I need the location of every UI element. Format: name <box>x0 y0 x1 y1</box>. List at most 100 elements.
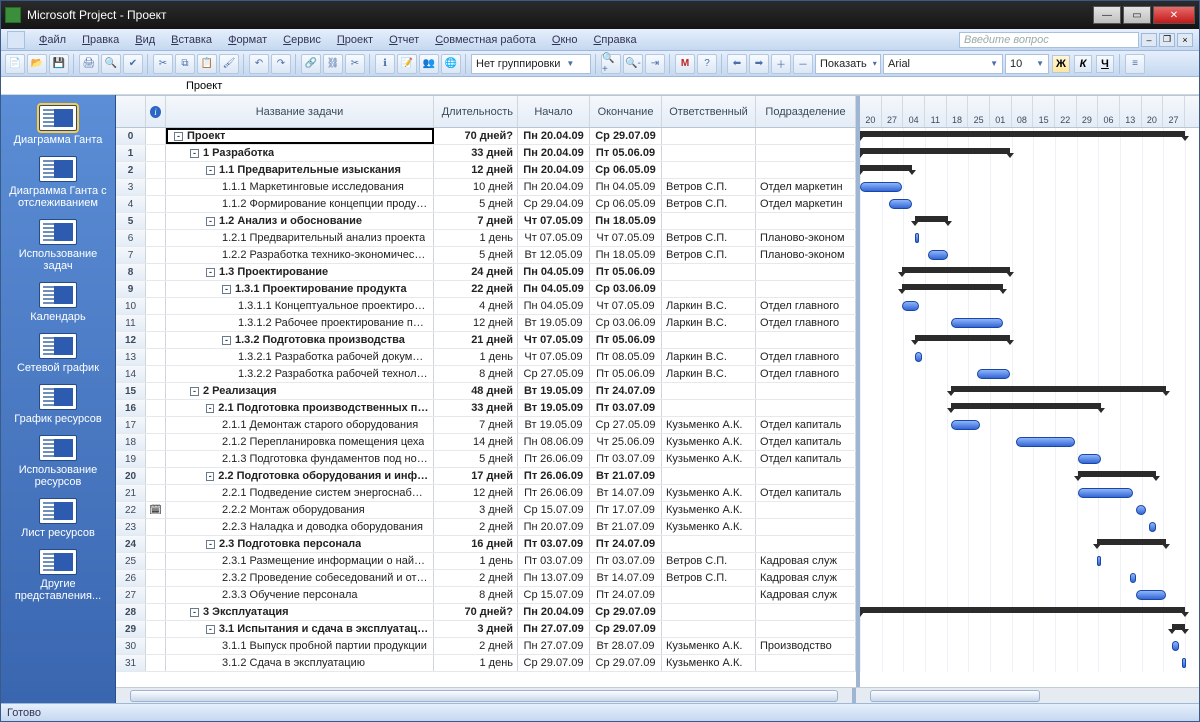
duration-cell[interactable]: 1 день <box>434 655 518 671</box>
start-cell[interactable]: Пн 20.04.09 <box>518 604 590 620</box>
end-cell[interactable]: Пт 03.07.09 <box>590 400 662 416</box>
responsible-cell[interactable] <box>662 383 756 399</box>
duration-cell[interactable]: 2 дней <box>434 570 518 586</box>
row-id[interactable]: 11 <box>116 315 146 331</box>
new-icon[interactable]: 📄 <box>5 54 25 74</box>
row-indicator[interactable] <box>146 655 166 671</box>
row-indicator[interactable] <box>146 621 166 637</box>
responsible-cell[interactable]: Ветров С.П. <box>662 230 756 246</box>
office-button[interactable] <box>7 31 25 49</box>
summary-bar[interactable] <box>915 216 948 222</box>
row-id[interactable]: 5 <box>116 213 146 229</box>
task-name-cell[interactable]: -1.2 Анализ и обоснование <box>166 213 434 229</box>
start-cell[interactable]: Ср 27.05.09 <box>518 366 590 382</box>
help-icon[interactable]: ? <box>697 54 717 74</box>
duration-cell[interactable]: 1 день <box>434 230 518 246</box>
view-calendar[interactable]: Календарь <box>5 282 111 323</box>
underline-button[interactable]: Ч <box>1096 55 1114 73</box>
table-row[interactable]: 262.3.2 Проведение собеседований и отбор… <box>116 570 856 587</box>
row-indicator[interactable] <box>146 349 166 365</box>
department-cell[interactable] <box>756 468 856 484</box>
task-name-cell[interactable]: -1.1 Предварительные изыскания <box>166 162 434 178</box>
row-id[interactable]: 0 <box>116 128 146 144</box>
start-cell[interactable]: Пн 20.07.09 <box>518 519 590 535</box>
department-cell[interactable] <box>756 655 856 671</box>
timescale-tick[interactable]: 01 <box>990 96 1012 127</box>
task-bar[interactable] <box>1136 505 1146 515</box>
responsible-cell[interactable] <box>662 536 756 552</box>
collapse-toggle[interactable]: - <box>190 608 199 617</box>
duration-cell[interactable]: 22 дней <box>434 281 518 297</box>
department-cell[interactable] <box>756 383 856 399</box>
row-indicator[interactable] <box>146 196 166 212</box>
end-cell[interactable]: Чт 07.05.09 <box>590 298 662 314</box>
link-task-icon[interactable]: 🔗 <box>301 54 321 74</box>
row-indicator[interactable] <box>146 315 166 331</box>
header-department[interactable]: Подразделение <box>756 96 856 127</box>
end-cell[interactable]: Вт 14.07.09 <box>590 485 662 501</box>
summary-bar[interactable] <box>915 335 1009 341</box>
zoom-out-icon[interactable]: 🔍- <box>623 54 643 74</box>
table-row[interactable]: 131.3.2.1 Разработка рабочей документаци… <box>116 349 856 366</box>
task-name-cell[interactable]: 2.2.1 Подведение систем энергоснабжения <box>166 485 434 501</box>
fontsize-combo[interactable]: 10▼ <box>1005 54 1049 74</box>
department-cell[interactable] <box>756 621 856 637</box>
task-name-cell[interactable]: -3.1 Испытания и сдача в эксплуатацию <box>166 621 434 637</box>
row-id[interactable]: 6 <box>116 230 146 246</box>
end-cell[interactable]: Чт 07.05.09 <box>590 230 662 246</box>
help-search-input[interactable]: Введите вопрос <box>959 32 1139 48</box>
start-cell[interactable]: Вт 12.05.09 <box>518 247 590 263</box>
row-id[interactable]: 7 <box>116 247 146 263</box>
gantt-body[interactable] <box>860 128 1199 672</box>
publish-icon[interactable]: 🌐 <box>441 54 461 74</box>
department-cell[interactable]: Планово-эконом <box>756 247 856 263</box>
header-start[interactable]: Начало <box>518 96 590 127</box>
task-bar[interactable] <box>951 318 1003 328</box>
responsible-cell[interactable]: Ветров С.П. <box>662 179 756 195</box>
gantt-hscroll[interactable] <box>856 688 1199 703</box>
row-indicator[interactable] <box>146 400 166 416</box>
row-id[interactable]: 29 <box>116 621 146 637</box>
end-cell[interactable]: Ср 03.06.09 <box>590 281 662 297</box>
responsible-cell[interactable] <box>662 332 756 348</box>
task-bar[interactable] <box>1078 488 1133 498</box>
row-id[interactable]: 2 <box>116 162 146 178</box>
gantt-chart[interactable]: 202704111825010815222906132027 <box>860 96 1199 687</box>
end-cell[interactable]: Ср 03.06.09 <box>590 315 662 331</box>
responsible-cell[interactable] <box>662 587 756 603</box>
duration-cell[interactable]: 2 дней <box>434 638 518 654</box>
menu-вставка[interactable]: Вставка <box>163 32 220 48</box>
department-cell[interactable]: Отдел капиталь <box>756 485 856 501</box>
indent-icon[interactable]: ➡ <box>749 54 769 74</box>
header-row-id[interactable] <box>116 96 146 127</box>
department-cell[interactable] <box>756 400 856 416</box>
end-cell[interactable]: Пт 03.07.09 <box>590 451 662 467</box>
row-id[interactable]: 19 <box>116 451 146 467</box>
row-id[interactable]: 1 <box>116 145 146 161</box>
timescale-tick[interactable]: 18 <box>947 96 969 127</box>
end-cell[interactable]: Пт 05.06.09 <box>590 332 662 348</box>
row-id[interactable]: 26 <box>116 570 146 586</box>
start-cell[interactable]: Пн 08.06.09 <box>518 434 590 450</box>
end-cell[interactable]: Пт 24.07.09 <box>590 536 662 552</box>
task-name-cell[interactable]: -2.1 Подготовка производственных площад <box>166 400 434 416</box>
end-cell[interactable]: Пн 18.05.09 <box>590 213 662 229</box>
row-id[interactable]: 8 <box>116 264 146 280</box>
format-painter-icon[interactable]: 🖌 <box>219 54 239 74</box>
task-bar[interactable] <box>1130 573 1137 583</box>
row-id[interactable]: 16 <box>116 400 146 416</box>
duration-cell[interactable]: 3 дней <box>434 621 518 637</box>
table-row[interactable]: 272.3.3 Обучение персонала8 днейСр 15.07… <box>116 587 856 604</box>
task-name-cell[interactable]: -2.3 Подготовка персонала <box>166 536 434 552</box>
task-bar[interactable] <box>1097 556 1101 566</box>
start-cell[interactable]: Пн 20.04.09 <box>518 145 590 161</box>
table-row[interactable]: 29 -3.1 Испытания и сдача в эксплуатацию3… <box>116 621 856 638</box>
menu-сервис[interactable]: Сервис <box>275 32 329 48</box>
timescale-tick[interactable]: 08 <box>1012 96 1034 127</box>
task-name-cell[interactable]: 2.1.1 Демонтаж старого оборудования <box>166 417 434 433</box>
task-name-cell[interactable]: -Проект <box>166 128 434 144</box>
row-indicator[interactable] <box>146 281 166 297</box>
table-hscroll[interactable] <box>116 688 856 703</box>
department-cell[interactable] <box>756 128 856 144</box>
task-name-cell[interactable]: 1.3.1.1 Концептуальное проектирование <box>166 298 434 314</box>
